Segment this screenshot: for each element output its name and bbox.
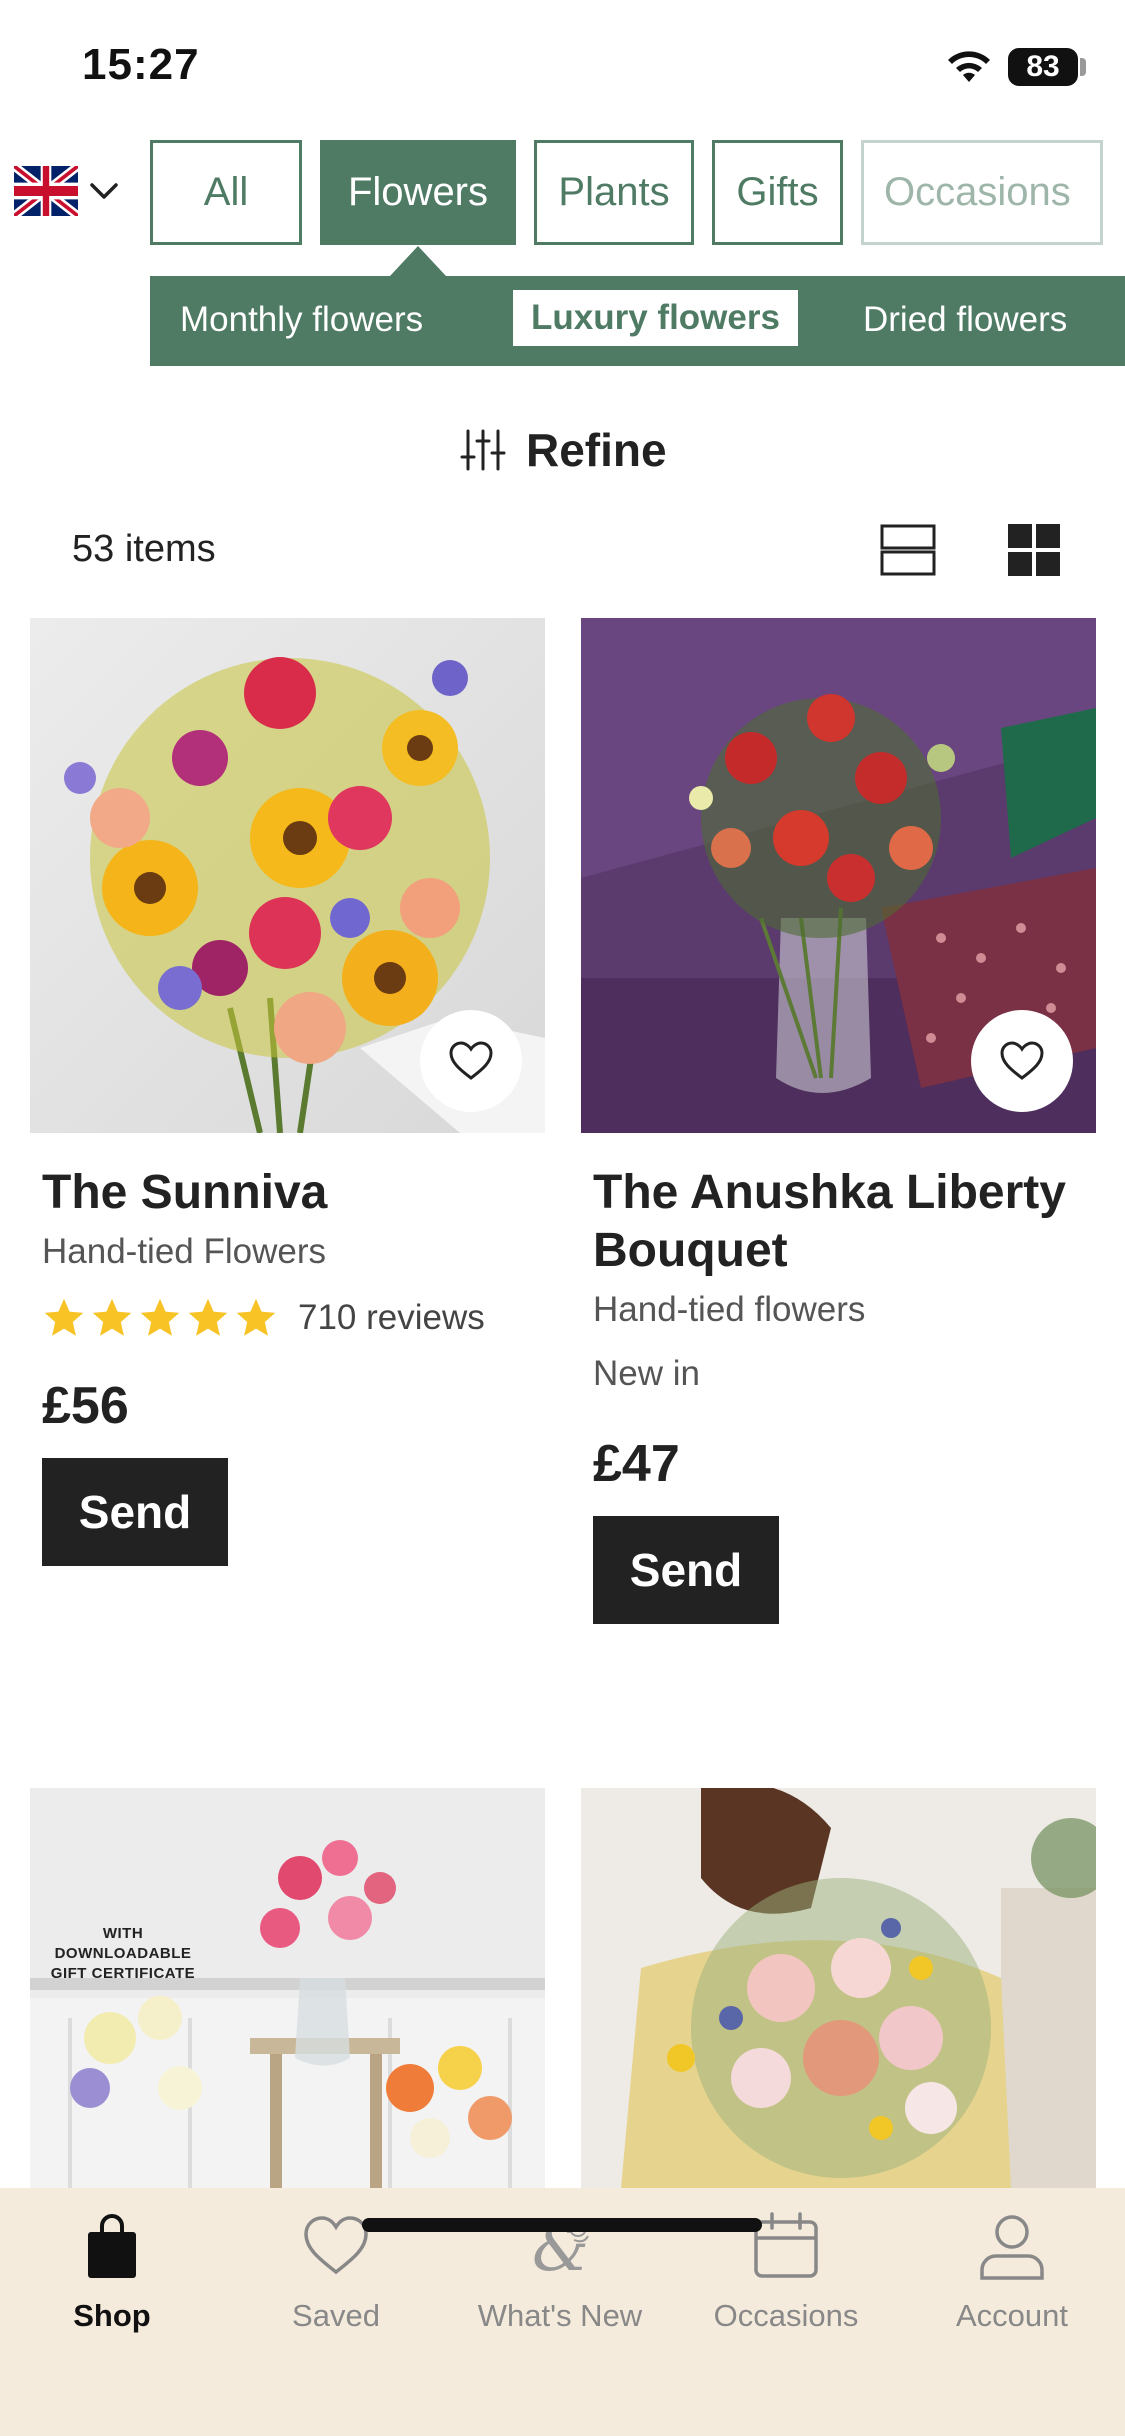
send-button[interactable]: Send: [593, 1516, 779, 1624]
subcategory-monthly-flowers[interactable]: Monthly flowers: [180, 300, 423, 340]
nav-shop-label: Shop: [73, 2298, 151, 2333]
product-image-sunniva[interactable]: [30, 618, 545, 1133]
status-bar: 15:27 83: [0, 0, 1125, 130]
product-name-line2[interactable]: Bouquet: [593, 1222, 788, 1280]
uk-flag-icon[interactable]: [14, 166, 78, 216]
certificate-overlay-text: WITH DOWNLOADABLE GIFT CERTIFICATE: [50, 1925, 196, 1982]
nav-whats-new-label: What's New: [477, 2298, 643, 2333]
product-image-anushka[interactable]: [581, 618, 1096, 1133]
vases-illustration: [30, 1788, 545, 2188]
product-price: £56: [42, 1377, 129, 1435]
subcategory-dried-flowers[interactable]: Dried flowers: [863, 300, 1067, 340]
list-view-icon[interactable]: [880, 524, 936, 576]
battery-indicator: 83: [1008, 48, 1078, 86]
battery-tip: [1080, 58, 1086, 76]
nav-saved-label: Saved: [292, 2298, 380, 2333]
tab-gifts[interactable]: Gifts: [712, 140, 843, 245]
star-icon: [236, 1298, 276, 1336]
nav-account-label: Account: [955, 2298, 1068, 2333]
tab-all-label: All: [203, 170, 249, 214]
tab-plants[interactable]: Plants: [534, 140, 694, 245]
person-bouquet-illustration: [581, 1788, 1096, 2188]
nav-occasions-label: Occasions: [713, 2298, 859, 2333]
nav-shop[interactable]: Shop: [12, 2210, 212, 2340]
product-name[interactable]: The Sunniva: [42, 1164, 327, 1222]
save-heart-button[interactable]: [420, 1010, 522, 1112]
product-type: Hand-tied flowers: [593, 1290, 866, 1329]
refine-label: Refine: [526, 424, 667, 476]
tab-flowers-label: Flowers: [347, 170, 489, 214]
reviews-count[interactable]: 710 reviews: [298, 1298, 485, 1338]
tab-plants-label: Plants: [558, 170, 670, 214]
grid-view-icon[interactable]: [1008, 524, 1060, 576]
rating-stars: [42, 1296, 278, 1340]
star-icon: [44, 1298, 84, 1336]
tab-flowers[interactable]: Flowers: [320, 140, 516, 245]
send-button[interactable]: Send: [42, 1458, 228, 1566]
heart-icon: [304, 2216, 368, 2275]
product-image-fourth[interactable]: [581, 1788, 1096, 2188]
save-heart-button[interactable]: [971, 1010, 1073, 1112]
status-time: 15:27: [82, 40, 200, 89]
subcategory-bar: Monthly flowers Luxury flowers Dried flo…: [150, 276, 1125, 366]
shopping-bag-icon: [88, 2214, 136, 2278]
person-icon: [980, 2215, 1044, 2280]
star-icon: [92, 1298, 132, 1336]
product-image-third[interactable]: [30, 1788, 545, 2188]
subcategory-luxury-flowers[interactable]: Luxury flowers: [513, 290, 798, 346]
active-tab-pointer: [390, 246, 446, 276]
tab-occasions[interactable]: Occasions: [861, 140, 1103, 245]
wifi-icon: [948, 51, 990, 82]
sliders-icon: [460, 429, 506, 471]
new-in-badge: New in: [593, 1354, 700, 1393]
star-icon: [140, 1298, 180, 1336]
refine-button[interactable]: Refine: [460, 420, 667, 480]
tab-occasions-label: Occasions: [884, 170, 1071, 214]
product-type: Hand-tied Flowers: [42, 1232, 326, 1271]
items-count: 53 items: [72, 528, 216, 570]
heart-icon: [1000, 1041, 1044, 1080]
product-name-line1[interactable]: The Anushka Liberty: [593, 1164, 1066, 1222]
home-indicator: [362, 2218, 762, 2232]
nav-account[interactable]: Account: [912, 2210, 1112, 2340]
chevron-down-icon[interactable]: [88, 178, 120, 204]
star-icon: [188, 1298, 228, 1336]
tab-all[interactable]: All: [150, 140, 302, 245]
tab-gifts-label: Gifts: [736, 170, 819, 214]
product-price: £47: [593, 1435, 680, 1493]
heart-icon: [449, 1041, 493, 1080]
